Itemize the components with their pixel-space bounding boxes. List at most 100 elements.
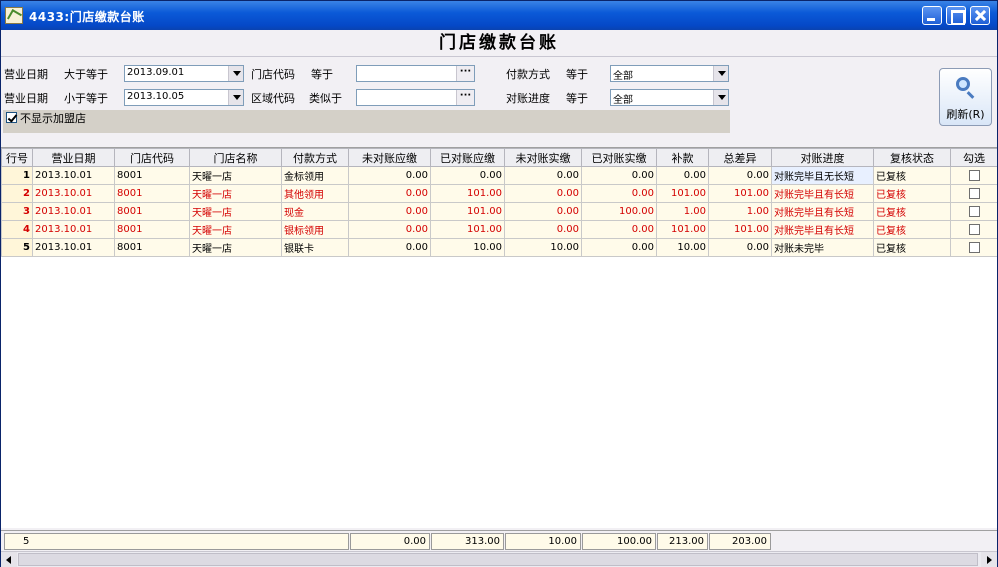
- region-code-input[interactable]: ···: [356, 89, 475, 106]
- row-checkbox[interactable]: [968, 241, 980, 253]
- ellipsis-button[interactable]: ···: [456, 90, 474, 105]
- cell-total-diff[interactable]: 101.00: [708, 220, 772, 239]
- cell-unrecon-paid[interactable]: 0.00: [504, 220, 582, 239]
- cell-select[interactable]: [950, 166, 997, 185]
- cell-recon-progress[interactable]: 对账未完毕: [771, 238, 874, 257]
- col-header-store-code[interactable]: 门店代码: [114, 148, 190, 167]
- table-row[interactable]: 3 2013.10.01 8001 天曜一店 现金 0.00 101.00 0.…: [1, 202, 997, 221]
- cell-recon-progress[interactable]: 对账完毕且有长短: [771, 184, 874, 203]
- cell-unrecon-due[interactable]: 0.00: [348, 238, 431, 257]
- cell-review-status[interactable]: 已复核: [873, 184, 951, 203]
- col-header-recon-due[interactable]: 已对账应缴: [430, 148, 505, 167]
- cell-store-code[interactable]: 8001: [114, 166, 190, 185]
- row-checkbox[interactable]: [968, 169, 980, 181]
- cell-total-diff[interactable]: 101.00: [708, 184, 772, 203]
- cell-unrecon-paid[interactable]: 0.00: [504, 166, 582, 185]
- cell-recon-due[interactable]: 101.00: [430, 202, 505, 221]
- table-row[interactable]: 4 2013.10.01 8001 天曜一店 银标领用 0.00 101.00 …: [1, 220, 997, 239]
- cell-review-status[interactable]: 已复核: [873, 202, 951, 221]
- cell-store-name[interactable]: 天曜一店: [189, 166, 282, 185]
- cell-store-code[interactable]: 8001: [114, 238, 190, 257]
- ellipsis-button[interactable]: ···: [456, 66, 474, 81]
- cell-supplement[interactable]: 10.00: [656, 238, 709, 257]
- cell-unrecon-paid[interactable]: 0.00: [504, 202, 582, 221]
- cell-pay-method[interactable]: 金标领用: [281, 166, 349, 185]
- cell-pay-method[interactable]: 银标领用: [281, 220, 349, 239]
- scrollbar-thumb[interactable]: [18, 553, 978, 566]
- cell-supplement[interactable]: 1.00: [656, 202, 709, 221]
- row-checkbox[interactable]: [968, 205, 980, 217]
- row-checkbox[interactable]: [968, 187, 980, 199]
- scroll-right-icon[interactable]: [981, 552, 997, 567]
- cell-review-status[interactable]: 已复核: [873, 238, 951, 257]
- scroll-left-icon[interactable]: [1, 552, 17, 567]
- cell-date[interactable]: 2013.10.01: [32, 202, 115, 221]
- recon-progress-select[interactable]: 全部: [610, 89, 729, 106]
- cell-unrecon-due[interactable]: 0.00: [348, 184, 431, 203]
- cell-unrecon-paid[interactable]: 10.00: [504, 238, 582, 257]
- cell-recon-progress[interactable]: 对账完毕且有长短: [771, 220, 874, 239]
- pay-method-select[interactable]: 全部: [610, 65, 729, 82]
- cell-recon-due[interactable]: 0.00: [430, 166, 505, 185]
- cell-store-name[interactable]: 天曜一店: [189, 220, 282, 239]
- cell-select[interactable]: [950, 238, 997, 257]
- cell-store-name[interactable]: 天曜一店: [189, 184, 282, 203]
- cell-recon-paid[interactable]: 0.00: [581, 238, 657, 257]
- row-checkbox[interactable]: [968, 223, 980, 235]
- table-row[interactable]: 1 2013.10.01 8001 天曜一店 金标领用 0.00 0.00 0.…: [1, 166, 997, 185]
- cell-pay-method[interactable]: 现金: [281, 202, 349, 221]
- col-header-recon-progress[interactable]: 对账进度: [771, 148, 874, 167]
- chevron-down-icon[interactable]: [228, 66, 243, 81]
- col-header-select[interactable]: 勾选: [950, 148, 997, 167]
- col-header-date[interactable]: 营业日期: [32, 148, 115, 167]
- refresh-button[interactable]: 刷新(R): [939, 68, 992, 126]
- chevron-down-icon[interactable]: [713, 90, 728, 105]
- cell-recon-due[interactable]: 10.00: [430, 238, 505, 257]
- hide-franchise-label[interactable]: 不显示加盟店: [20, 110, 86, 126]
- table-row[interactable]: 2 2013.10.01 8001 天曜一店 其他领用 0.00 101.00 …: [1, 184, 997, 203]
- cell-recon-due[interactable]: 101.00: [430, 220, 505, 239]
- col-header-review-status[interactable]: 复核状态: [873, 148, 951, 167]
- cell-total-diff[interactable]: 1.00: [708, 202, 772, 221]
- date-from-picker[interactable]: 2013.09.01: [124, 65, 244, 82]
- cell-store-name[interactable]: 天曜一店: [189, 238, 282, 257]
- cell-recon-due[interactable]: 101.00: [430, 184, 505, 203]
- cell-select[interactable]: [950, 202, 997, 221]
- chevron-down-icon[interactable]: [228, 90, 243, 105]
- col-header-supplement[interactable]: 补款: [656, 148, 709, 167]
- cell-select[interactable]: [950, 184, 997, 203]
- cell-date[interactable]: 2013.10.01: [32, 238, 115, 257]
- close-button[interactable]: [970, 6, 990, 25]
- data-grid[interactable]: 行号 营业日期 门店代码 门店名称 付款方式 未对账应缴 已对账应缴 未对账实缴…: [1, 147, 997, 528]
- cell-unrecon-due[interactable]: 0.00: [348, 220, 431, 239]
- col-header-unrecon-paid[interactable]: 未对账实缴: [504, 148, 582, 167]
- horizontal-scrollbar[interactable]: [1, 551, 997, 567]
- cell-recon-paid[interactable]: 100.00: [581, 202, 657, 221]
- cell-recon-progress[interactable]: 对账完毕且无长短: [771, 166, 874, 185]
- cell-total-diff[interactable]: 0.00: [708, 166, 772, 185]
- cell-date[interactable]: 2013.10.01: [32, 220, 115, 239]
- minimize-button[interactable]: [922, 6, 942, 25]
- store-code-input[interactable]: ···: [356, 65, 475, 82]
- title-bar[interactable]: 4433:门店缴款台账: [1, 1, 997, 30]
- cell-review-status[interactable]: 已复核: [873, 166, 951, 185]
- cell-store-code[interactable]: 8001: [114, 220, 190, 239]
- col-header-store-name[interactable]: 门店名称: [189, 148, 282, 167]
- cell-recon-paid[interactable]: 0.00: [581, 166, 657, 185]
- cell-supplement[interactable]: 101.00: [656, 220, 709, 239]
- col-header-row-no[interactable]: 行号: [1, 148, 33, 167]
- cell-unrecon-due[interactable]: 0.00: [348, 202, 431, 221]
- cell-pay-method[interactable]: 银联卡: [281, 238, 349, 257]
- cell-store-name[interactable]: 天曜一店: [189, 202, 282, 221]
- cell-store-code[interactable]: 8001: [114, 184, 190, 203]
- table-row[interactable]: 5 2013.10.01 8001 天曜一店 银联卡 0.00 10.00 10…: [1, 238, 997, 257]
- cell-recon-paid[interactable]: 0.00: [581, 220, 657, 239]
- cell-review-status[interactable]: 已复核: [873, 220, 951, 239]
- cell-date[interactable]: 2013.10.01: [32, 184, 115, 203]
- cell-supplement[interactable]: 101.00: [656, 184, 709, 203]
- chevron-down-icon[interactable]: [713, 66, 728, 81]
- cell-recon-paid[interactable]: 0.00: [581, 184, 657, 203]
- cell-store-code[interactable]: 8001: [114, 202, 190, 221]
- col-header-recon-paid[interactable]: 已对账实缴: [581, 148, 657, 167]
- col-header-total-diff[interactable]: 总差异: [708, 148, 772, 167]
